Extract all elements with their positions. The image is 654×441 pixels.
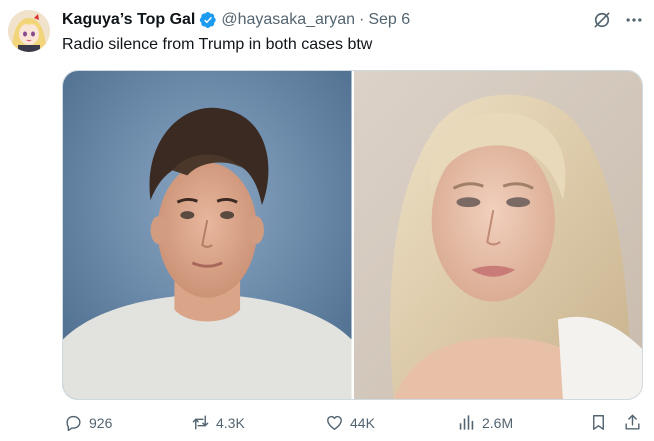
more-icon[interactable] (624, 10, 644, 30)
media-grid (62, 70, 643, 400)
repost-button[interactable]: 4.3K (191, 413, 245, 432)
heart-icon (327, 415, 342, 430)
avatar[interactable] (8, 10, 50, 52)
reply-count: 926 (89, 414, 113, 431)
user-handle[interactable]: @hayasaka_aryan (221, 11, 355, 29)
reply-icon (66, 415, 81, 432)
verified-badge-icon[interactable] (199, 11, 217, 29)
media-photo-2[interactable] (353, 71, 642, 399)
grok-icon[interactable] (592, 10, 612, 30)
share-icon (625, 414, 640, 430)
views-count: 2.6M (482, 414, 514, 431)
bookmark-icon (593, 415, 604, 430)
share-button[interactable] (623, 413, 642, 432)
reply-button[interactable]: 926 (64, 413, 112, 432)
tweet-header: Kaguya’s Top Gal @hayasaka_aryan · Sep 6 (62, 9, 644, 31)
like-count: 44K (350, 414, 375, 431)
views-icon (459, 415, 474, 430)
display-name[interactable]: Kaguya’s Top Gal (62, 11, 195, 29)
header-actions (592, 10, 644, 30)
like-button[interactable]: 44K (325, 413, 375, 432)
avatar-image (8, 10, 50, 52)
bookmark-button[interactable] (589, 413, 608, 432)
tweet[interactable]: Kaguya’s Top Gal @hayasaka_aryan · Sep 6 (0, 0, 654, 441)
tweet-actions: 926 4.3K 44K 2.6M (62, 413, 643, 435)
views-button[interactable]: 2.6M (457, 413, 513, 432)
separator-dot: · (359, 11, 365, 28)
tweet-text: Radio silence from Trump in both cases b… (62, 36, 373, 53)
repost-count: 4.3K (216, 414, 245, 431)
repost-icon (192, 415, 209, 430)
media-photo-1[interactable] (63, 71, 352, 399)
tweet-date[interactable]: Sep 6 (368, 11, 410, 29)
